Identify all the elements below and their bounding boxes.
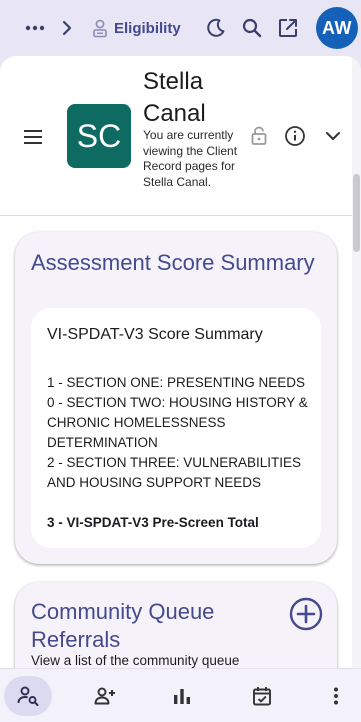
client-header: SC Stella Canal You are currently viewin…	[0, 56, 352, 216]
community-queue-card: Community Queue Referrals View a list of…	[15, 582, 337, 668]
person-badge-icon	[93, 19, 107, 38]
client-description: You are currently viewing the Client Rec…	[143, 128, 238, 189]
score-line: 0 - SECTION TWO: HOUSING HISTORY & CHRON…	[47, 395, 308, 450]
more-horiz-icon[interactable]	[24, 17, 46, 39]
lock-icon[interactable]	[247, 124, 271, 148]
community-queue-description: View a list of the community queue	[31, 653, 240, 668]
summary-title: VI-SPDAT-V3 Score Summary	[47, 326, 263, 343]
user-avatar[interactable]: AW	[316, 7, 358, 49]
vi-spdat-summary-card: VI-SPDAT-V3 Score Summary 1 - SECTION ON…	[31, 308, 321, 548]
scrollbar-thumb[interactable]	[353, 174, 360, 252]
nav-more[interactable]	[324, 676, 348, 716]
open-in-new-icon[interactable]	[276, 16, 300, 40]
breadcrumb-eligibility[interactable]: Eligibility	[92, 16, 181, 40]
person-add-icon	[94, 687, 115, 705]
calendar-check-icon	[253, 687, 271, 706]
chevron-right-icon[interactable]	[58, 17, 76, 39]
add-circle-icon[interactable]	[288, 596, 324, 632]
score-line: 2 - SECTION THREE: VULNERABILITIES AND H…	[47, 455, 302, 490]
more-vert-icon	[334, 687, 338, 705]
menu-icon[interactable]	[22, 126, 44, 148]
bottom-navigation	[0, 668, 361, 722]
top-app-bar: Eligibility AW	[0, 0, 361, 56]
score-line: 1 - SECTION ONE: PRESENTING NEEDS	[47, 375, 306, 390]
scrollbar-track[interactable]	[352, 56, 361, 668]
nav-person-search[interactable]	[4, 676, 52, 716]
nav-person-add[interactable]	[89, 676, 121, 716]
info-icon[interactable]	[283, 124, 307, 148]
community-queue-title: Community Queue Referrals	[31, 599, 215, 652]
search-icon[interactable]	[240, 16, 264, 40]
bar-chart-icon	[174, 689, 190, 704]
client-name: Stella Canal	[143, 68, 206, 127]
nav-calendar[interactable]	[246, 676, 278, 716]
person-search-icon	[17, 686, 39, 706]
moon-icon[interactable]	[204, 16, 228, 40]
nav-reports[interactable]	[166, 676, 198, 716]
assessment-card-title: Assessment Score Summary	[31, 250, 315, 275]
client-record-sheet: SC Stella Canal You are currently viewin…	[0, 56, 361, 668]
client-avatar: SC	[67, 104, 131, 168]
assessment-score-card: Assessment Score Summary VI-SPDAT-V3 Sco…	[15, 232, 337, 564]
expand-more-icon[interactable]	[321, 124, 345, 148]
score-total: 3 - VI-SPDAT-V3 Pre-Screen Total	[47, 515, 259, 530]
breadcrumb-label: Eligibility	[114, 19, 181, 37]
score-list: 1 - SECTION ONE: PRESENTING NEEDS 0 - SE…	[47, 373, 309, 533]
